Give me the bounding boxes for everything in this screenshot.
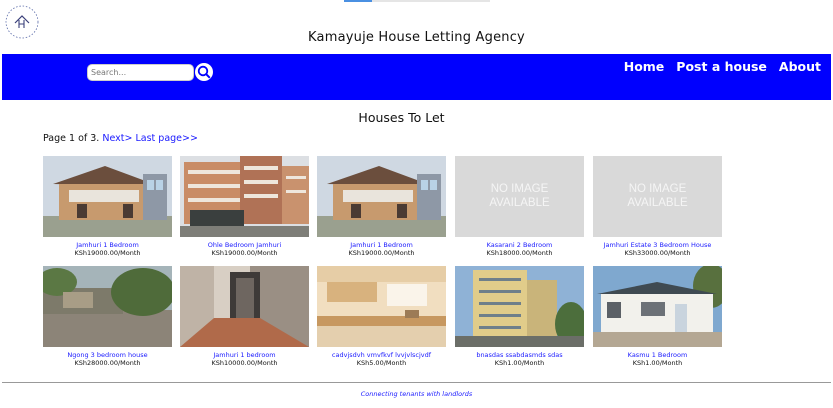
site-title: Kamayuje House Letting Agency (308, 30, 525, 45)
pager-status: Page 1 of 3. (43, 133, 100, 144)
search-icon (197, 65, 211, 79)
listing-title[interactable]: Jamhuri 1 Bedroom (43, 241, 172, 249)
no-image-line2: AVAILABLE (627, 197, 688, 209)
footer-divider (2, 382, 831, 383)
listing-card[interactable]: cadvjsdvh vmvfkvf lvvjvlscjvdf KSh5.00/M… (317, 266, 446, 367)
house-photo[interactable] (317, 156, 446, 237)
navbar: Home Post a house About (2, 54, 831, 100)
listing-card[interactable]: Ngong 3 bedroom house KSh28000.00/Month (43, 266, 172, 367)
next-page-link[interactable]: Next> (102, 133, 132, 144)
bungalow-photo[interactable] (593, 266, 722, 347)
top-scroll-strip (344, 0, 490, 2)
kitchen-photo[interactable] (317, 266, 446, 347)
listing-title[interactable]: Ohle Bedroom Jamhuri (180, 241, 309, 249)
no-image-line1: NO IMAGE (629, 183, 687, 195)
listing-card[interactable]: Kasmu 1 Bedroom KSh1.00/Month (593, 266, 722, 367)
listing-price: KSh10000.00/Month (211, 359, 278, 367)
last-page-link[interactable]: Last page>> (135, 133, 197, 144)
nav-about[interactable]: About (779, 59, 821, 74)
listing-price: KSh19000.00/Month (348, 249, 415, 257)
tower-photo[interactable] (455, 266, 584, 347)
listing-card[interactable]: NO IMAGE AVAILABLE Kasarani 2 Bedroom KS… (455, 156, 584, 257)
pager: Page 1 of 3. Next> Last page>> (43, 133, 198, 144)
listing-title[interactable]: Kasmu 1 Bedroom (593, 351, 722, 359)
nav-home[interactable]: Home (624, 59, 665, 74)
no-image-placeholder[interactable]: NO IMAGE AVAILABLE (455, 156, 584, 237)
listing-title[interactable]: Jamhuri Estate 3 Bedroom House (593, 241, 722, 249)
nav-links: Home Post a house About (612, 59, 821, 74)
listing-card[interactable]: Jamhuri 1 Bedroom KSh19000.00/Month (317, 156, 446, 257)
listing-title[interactable]: Ngong 3 bedroom house (43, 351, 172, 359)
listing-title[interactable]: bnasdas ssabdasmds sdas (455, 351, 584, 359)
house-photo[interactable] (43, 156, 172, 237)
listing-title[interactable]: Kasarani 2 Bedroom (455, 241, 584, 249)
listing-title[interactable]: Jamhuri 1 bedroom (180, 351, 309, 359)
listing-price: KSh1.00/Month (632, 359, 683, 367)
listing-card[interactable]: Jamhuri 1 Bedroom KSh19000.00/Month (43, 156, 172, 257)
listing-price: KSh1.00/Month (494, 359, 545, 367)
listing-title[interactable]: Jamhuri 1 Bedroom (317, 241, 446, 249)
listing-price: KSh5.00/Month (356, 359, 407, 367)
apartment-photo[interactable] (180, 156, 309, 237)
listing-card[interactable]: Jamhuri 1 bedroom KSh10000.00/Month (180, 266, 309, 367)
listing-price: KSh19000.00/Month (211, 249, 278, 257)
no-image-line2: AVAILABLE (489, 197, 550, 209)
listing-price: KSh19000.00/Month (74, 249, 141, 257)
search-button[interactable] (195, 63, 213, 81)
listing-card[interactable]: bnasdas ssabdasmds sdas KSh1.00/Month (455, 266, 584, 367)
no-image-line1: NO IMAGE (491, 183, 549, 195)
listing-card[interactable]: NO IMAGE AVAILABLE Jamhuri Estate 3 Bedr… (593, 156, 722, 257)
listing-price: KSh28000.00/Month (74, 359, 141, 367)
nav-post-a-house[interactable]: Post a house (676, 59, 767, 74)
listing-card[interactable]: Ohle Bedroom Jamhuri KSh19000.00/Month (180, 156, 309, 257)
section-title: Houses To Let (358, 110, 445, 125)
footer-tagline: Connecting tenants with landlords (360, 390, 473, 398)
listing-price: KSh18000.00/Month (486, 249, 553, 257)
yard-photo[interactable] (43, 266, 172, 347)
listing-price: KSh33000.00/Month (624, 249, 691, 257)
search-input[interactable] (87, 64, 194, 81)
no-image-placeholder[interactable]: NO IMAGE AVAILABLE (593, 156, 722, 237)
corridor-photo[interactable] (180, 266, 309, 347)
listing-title[interactable]: cadvjsdvh vmvfkvf lvvjvlscjvdf (317, 351, 446, 359)
